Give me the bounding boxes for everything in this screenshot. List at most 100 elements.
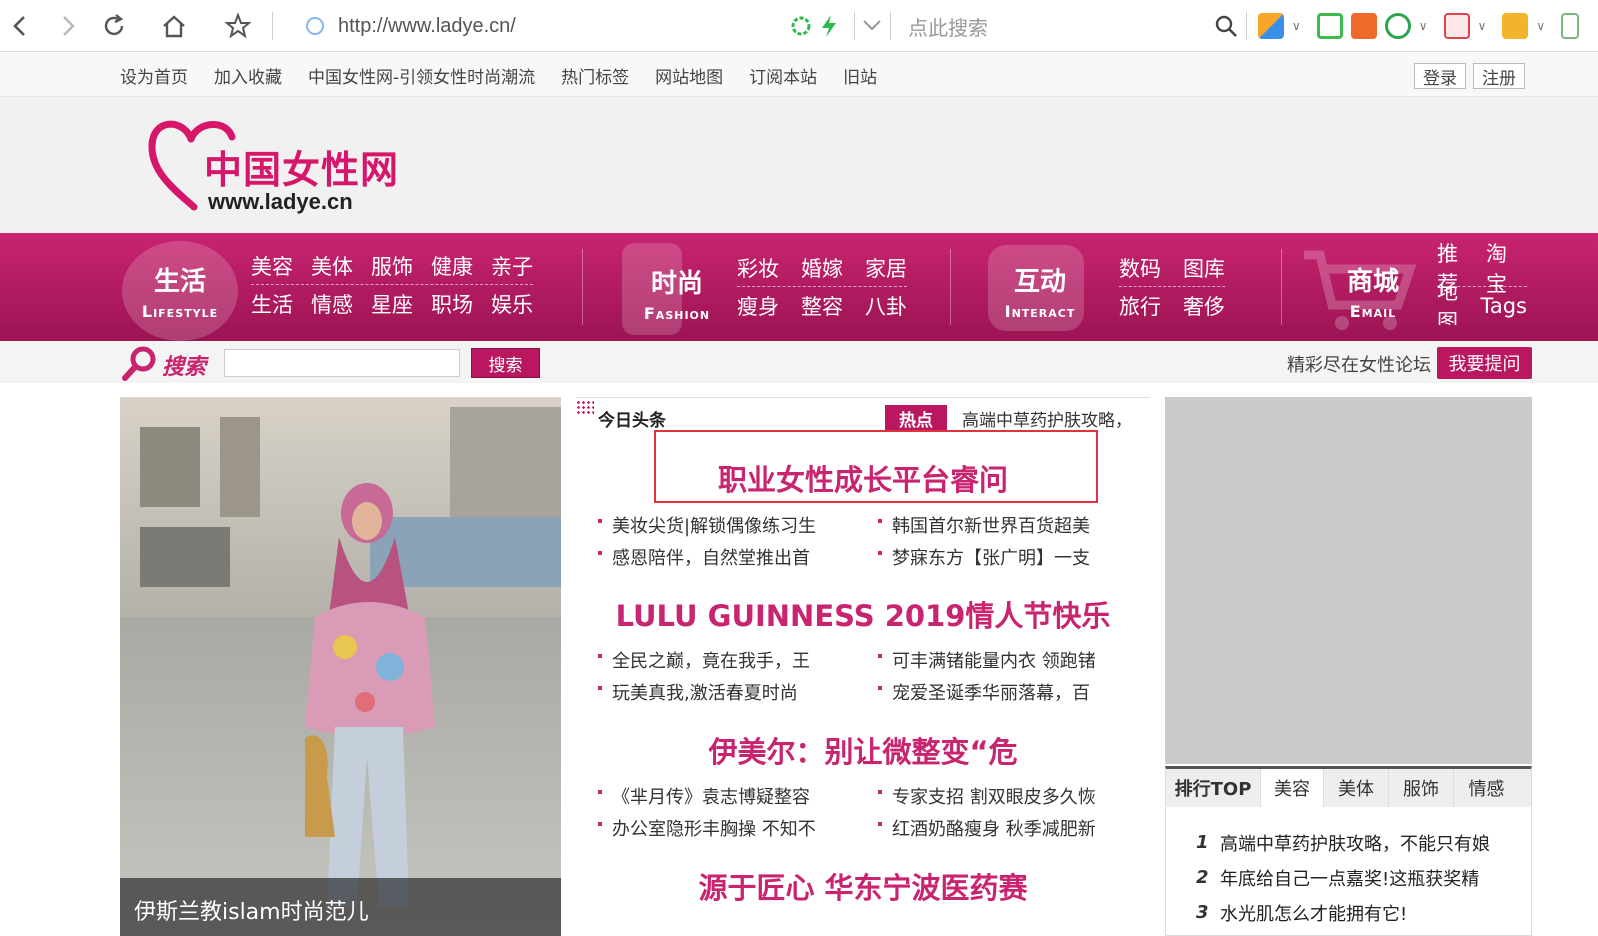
news-item[interactable]: 玩美真我,激活春夏时尚 xyxy=(598,676,810,708)
nav-link-wedding[interactable]: 婚嫁 xyxy=(801,253,843,283)
headline-3[interactable]: 伊美尔：别让微整变“危 xyxy=(576,729,1150,771)
rank-text: 年底给自己一点嘉奖!这瓶获奖精 xyxy=(1220,868,1480,890)
register-button[interactable]: 注册 xyxy=(1473,63,1525,89)
news-item[interactable]: 感恩陪伴，自然堂推出首 xyxy=(598,541,816,573)
hero-caption[interactable]: 伊斯兰教islam时尚范儿 xyxy=(120,878,561,936)
headline-4[interactable]: 源于匠心 华东宁波医药赛 xyxy=(576,865,1150,907)
tab-beauty[interactable]: 美容 xyxy=(1261,769,1324,807)
news-list-1-right: 韩国首尔新世界百货超美 梦寐东方【张广明】一支 xyxy=(878,509,1090,573)
nav-category-lifestyle[interactable]: 生活 Lifestyle xyxy=(122,261,238,321)
apps-icon[interactable] xyxy=(1258,13,1284,39)
hot-headline[interactable]: 高端中草药护肤攻略， xyxy=(962,406,1132,431)
news-item[interactable]: 红酒奶酪瘦身 秋季减肥新 xyxy=(878,812,1096,844)
news-item[interactable]: 《芈月传》袁志博疑整容 xyxy=(598,780,816,812)
nav-link-health[interactable]: 健康 xyxy=(431,251,473,281)
site-search-bar: 搜索 搜索 精彩尽在女性论坛 我要提问 xyxy=(0,341,1598,383)
top-link-site-title[interactable]: 中国女性网-引领女性时尚潮流 xyxy=(308,63,535,88)
back-button[interactable] xyxy=(2,8,38,44)
browser-extensions: ∨ ∨ ∨ ∨ xyxy=(1258,10,1580,42)
ask-question-button[interactable]: 我要提问 xyxy=(1437,347,1532,379)
news-item[interactable]: 梦寐东方【张广明】一支 xyxy=(878,541,1090,573)
hero-image[interactable]: 伊斯兰教islam时尚范儿 xyxy=(120,397,561,936)
tab-emotion[interactable]: 情感 xyxy=(1454,769,1519,807)
nav-link-beauty[interactable]: 美容 xyxy=(251,251,293,281)
top-link-hot-tags[interactable]: 热门标签 xyxy=(561,63,629,88)
news-item[interactable]: 可丰满锗能量内衣 领跑锗 xyxy=(878,644,1096,676)
headline-1[interactable]: 职业女性成长平台睿问 xyxy=(576,457,1150,499)
tab-apparel[interactable]: 服饰 xyxy=(1389,769,1454,807)
news-item[interactable]: 专家支招 割双眼皮多久恢 xyxy=(878,780,1096,812)
forward-icon xyxy=(63,16,75,36)
shield-icon[interactable] xyxy=(1384,13,1411,39)
nav-links-lifestyle: 美容 美体 服饰 健康 亲子 生活 情感 星座 职场 娱乐 xyxy=(251,247,533,323)
site-search-input[interactable] xyxy=(224,349,460,377)
nav-link-taobao[interactable]: 淘宝 xyxy=(1486,238,1527,298)
nav-link-travel[interactable]: 旅行 xyxy=(1119,291,1161,321)
nav-link-parenting[interactable]: 亲子 xyxy=(491,251,533,281)
nav-link-career[interactable]: 职场 xyxy=(431,289,473,319)
nav-category-interact[interactable]: 互动 Interact xyxy=(990,261,1090,321)
news-item[interactable]: 办公室隐形丰胸操 不知不 xyxy=(598,812,816,844)
browser-toolbar: http://www.ladye.cn/ 点此搜索 ∨ ∨ ∨ ∨ xyxy=(0,0,1598,52)
top-link-old-site[interactable]: 旧站 xyxy=(843,63,877,88)
speed-icon[interactable] xyxy=(790,15,812,37)
search-icon[interactable] xyxy=(1214,14,1238,38)
profile-icon[interactable] xyxy=(1502,13,1529,39)
forum-text[interactable]: 精彩尽在女性论坛 xyxy=(1287,351,1431,377)
reload-button[interactable] xyxy=(96,8,132,44)
bookmark-button[interactable] xyxy=(220,8,256,44)
nav-links-interact: 数码 图库 旅行 奢侈 xyxy=(1119,249,1225,325)
browser-search-input[interactable]: 点此搜索 xyxy=(880,10,1240,42)
nav-link-home[interactable]: 家居 xyxy=(865,253,907,283)
ranking-item[interactable]: 3 水光肌怎么才能拥有它! xyxy=(1196,895,1490,930)
ranking-item[interactable]: 1 高端中草药护肤攻略，不能只有娘 xyxy=(1196,825,1490,860)
nav-link-digital[interactable]: 数码 xyxy=(1119,253,1161,283)
nav-link-life[interactable]: 生活 xyxy=(251,289,293,319)
nav-category-fashion[interactable]: 时尚 Fashion xyxy=(630,263,724,323)
home-icon xyxy=(163,15,185,38)
news-item[interactable]: 宠爱圣诞季华丽落幕，百 xyxy=(878,676,1096,708)
ad-placeholder xyxy=(1165,397,1532,764)
top-link-sitemap[interactable]: 网站地图 xyxy=(655,63,723,88)
nav-link-gallery[interactable]: 图库 xyxy=(1183,253,1225,283)
nav-link-apparel[interactable]: 服饰 xyxy=(371,251,413,281)
top-link-favorites[interactable]: 加入收藏 xyxy=(214,63,282,88)
nav-link-emotion[interactable]: 情感 xyxy=(311,289,353,319)
nav-link-cosmetic-surgery[interactable]: 整容 xyxy=(801,291,843,321)
ranking-item[interactable]: 2 年底给自己一点嘉奖!这瓶获奖精 xyxy=(1196,860,1490,895)
model-figure xyxy=(305,483,435,907)
top-link-set-home[interactable]: 设为首页 xyxy=(120,63,188,88)
translate-icon[interactable] xyxy=(1443,13,1470,39)
rank-number: 1 xyxy=(1196,832,1209,853)
site-search-button[interactable]: 搜索 xyxy=(471,348,540,378)
top-link-subscribe[interactable]: 订阅本站 xyxy=(749,63,817,88)
nav-link-luxury[interactable]: 奢侈 xyxy=(1183,291,1225,321)
nav-link-tags[interactable]: Tags xyxy=(1481,294,1528,318)
lightning-icon[interactable] xyxy=(818,14,840,38)
site-logo[interactable]: 中国女性网 www.ladye.cn xyxy=(146,111,416,214)
address-bar[interactable]: http://www.ladye.cn/ xyxy=(300,10,860,42)
tv-icon[interactable] xyxy=(1350,13,1377,39)
tab-body[interactable]: 美体 xyxy=(1324,769,1389,807)
headline-2[interactable]: LULU GUINNESS 2019情人节快乐 xyxy=(576,593,1150,635)
nav-link-makeup[interactable]: 彩妆 xyxy=(737,253,779,283)
news-item[interactable]: 美妆尖货|解锁偶像练习生 xyxy=(598,509,816,541)
nav-link-body[interactable]: 美体 xyxy=(311,251,353,281)
ranking-title: 排行TOP xyxy=(1166,769,1261,807)
nav-link-slimming[interactable]: 瘦身 xyxy=(737,291,779,321)
home-button[interactable] xyxy=(156,8,192,44)
news-item[interactable]: 韩国首尔新世界百货超美 xyxy=(878,509,1090,541)
main-nav: 生活 Lifestyle 美容 美体 服饰 健康 亲子 生活 情感 星座 职场 … xyxy=(0,233,1598,341)
nav-link-horoscope[interactable]: 星座 xyxy=(371,289,413,319)
news-item[interactable]: 全民之巅，竟在我手，王 xyxy=(598,644,810,676)
forward-button[interactable] xyxy=(50,8,86,44)
nav-category-mall[interactable]: 商城 Email xyxy=(1330,261,1416,321)
more-icon[interactable] xyxy=(1561,13,1580,39)
nav-link-gossip[interactable]: 八卦 xyxy=(865,291,907,321)
nav-link-entertainment[interactable]: 娱乐 xyxy=(491,289,533,319)
login-button[interactable]: 登录 xyxy=(1414,63,1466,89)
address-extensions xyxy=(790,12,840,40)
reader-icon[interactable] xyxy=(1316,13,1343,39)
chevron-down-icon[interactable] xyxy=(862,18,882,32)
nav-link-map[interactable]: 地图 xyxy=(1437,287,1473,325)
